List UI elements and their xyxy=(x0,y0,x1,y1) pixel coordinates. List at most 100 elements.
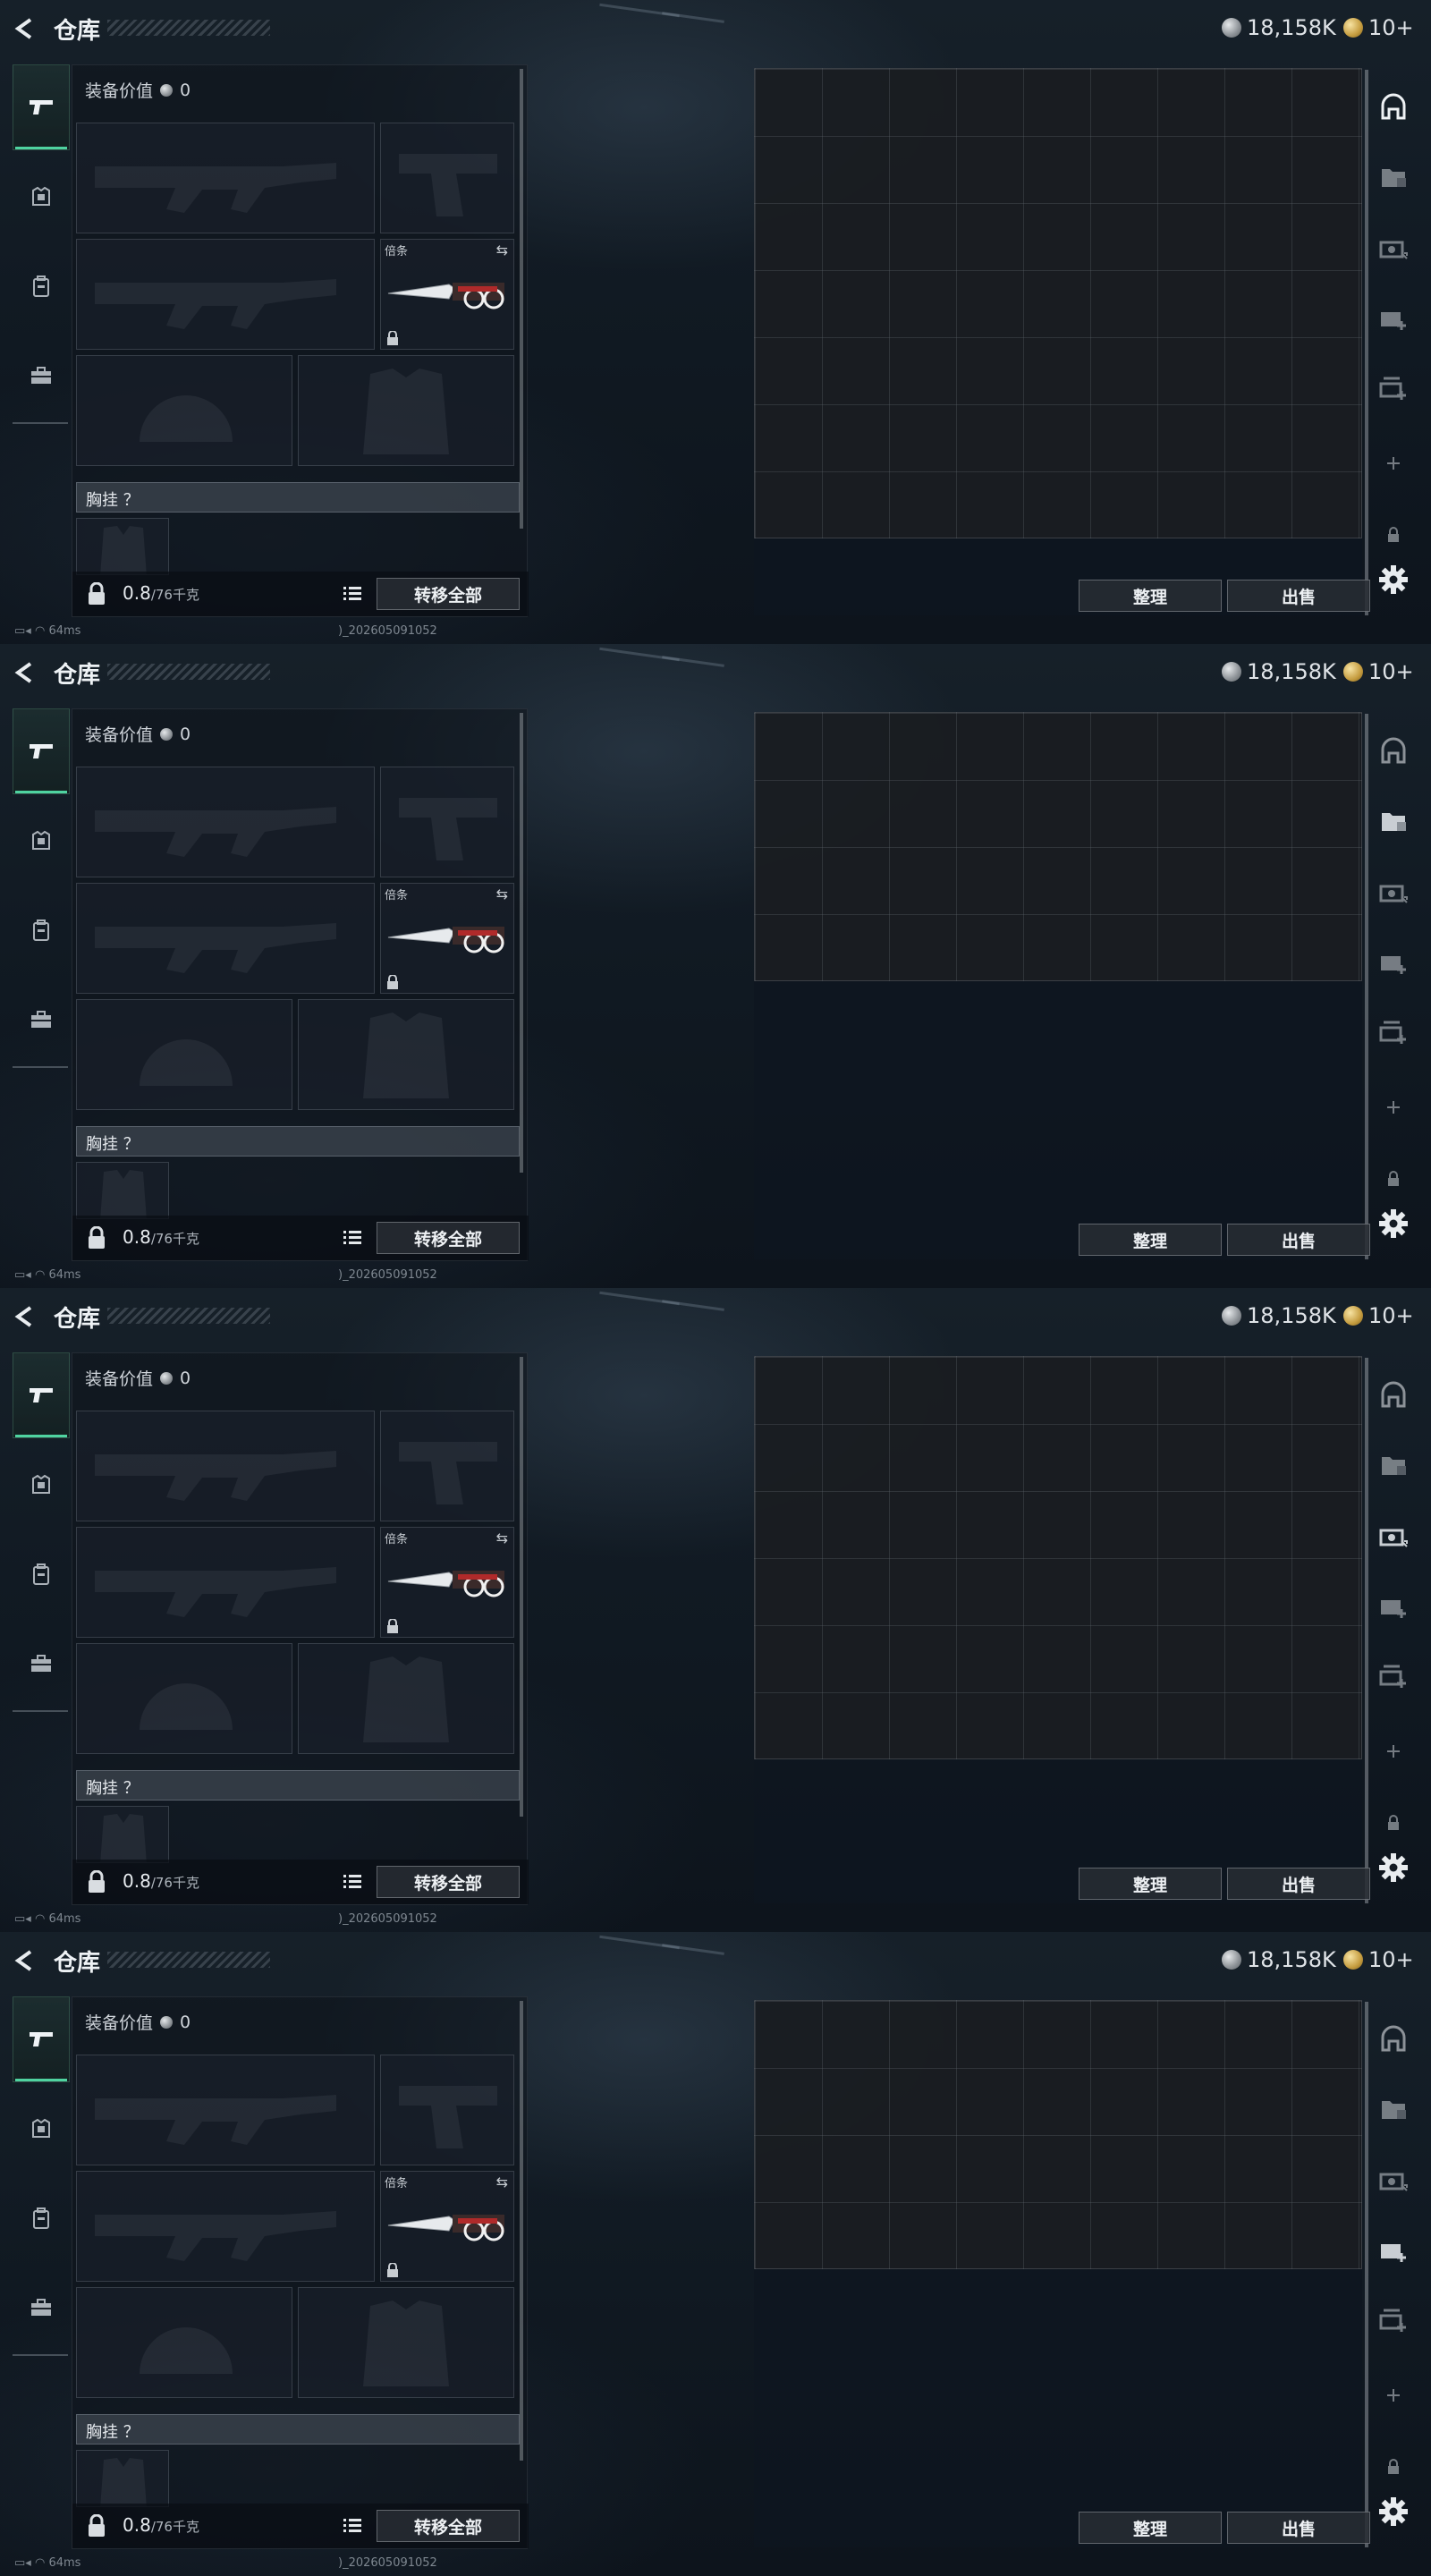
helmet-slot[interactable] xyxy=(76,999,292,1110)
tab-weapons[interactable] xyxy=(13,64,70,150)
chest-rig-slot[interactable] xyxy=(76,1806,169,1863)
chest-rig-header[interactable]: 胸挂 ？ xyxy=(76,1126,520,1157)
chest-rig-header[interactable]: 胸挂 ？ xyxy=(76,482,520,513)
sell-button[interactable]: 出售 xyxy=(1227,1868,1370,1900)
sidearm-slot[interactable] xyxy=(380,2055,514,2165)
list-icon[interactable] xyxy=(341,1870,364,1894)
silver-currency[interactable]: 18,158K xyxy=(1222,1302,1336,1329)
equipment-scrollbar[interactable] xyxy=(520,2001,523,2461)
storage-grid[interactable] xyxy=(754,68,1362,538)
swap-icon[interactable]: ⇆ xyxy=(496,2174,508,2190)
add-storage-icon[interactable] xyxy=(1377,2379,1410,2411)
rail-cash-icon[interactable] xyxy=(1377,1521,1410,1553)
chest-rig-slot[interactable] xyxy=(76,518,169,575)
tab-case[interactable] xyxy=(13,333,70,419)
sell-button[interactable]: 出售 xyxy=(1227,580,1370,612)
silver-currency[interactable]: 18,158K xyxy=(1222,14,1336,41)
equipment-scrollbar[interactable] xyxy=(520,713,523,1173)
transfer-all-button[interactable]: 转移全部 xyxy=(377,1866,520,1898)
gear-icon[interactable] xyxy=(1377,564,1410,596)
gear-icon[interactable] xyxy=(1377,1852,1410,1884)
melee-slot[interactable]: 倍条 ⇆ xyxy=(380,2171,514,2282)
body-armor-slot[interactable] xyxy=(298,355,514,466)
rail-case-icon[interactable] xyxy=(1377,946,1410,979)
rail-case-icon[interactable] xyxy=(1377,302,1410,335)
tab-weapons[interactable] xyxy=(13,1996,70,2082)
transfer-all-button[interactable]: 转移全部 xyxy=(377,2510,520,2542)
tab-case[interactable] xyxy=(13,2265,70,2351)
swap-icon[interactable]: ⇆ xyxy=(496,242,508,258)
sort-button[interactable]: 整理 xyxy=(1079,1224,1222,1256)
rail-folder-icon[interactable] xyxy=(1377,1449,1410,1481)
sell-button[interactable]: 出售 xyxy=(1227,1224,1370,1256)
swap-icon[interactable]: ⇆ xyxy=(496,1530,508,1546)
equipment-scrollbar[interactable] xyxy=(520,1357,523,1817)
tab-armor[interactable] xyxy=(13,154,70,240)
primary-weapon-slot[interactable] xyxy=(76,123,375,233)
primary-weapon-slot[interactable] xyxy=(76,767,375,877)
back-arrow-icon[interactable] xyxy=(13,1948,38,1973)
list-icon[interactable] xyxy=(341,582,364,606)
equipment-scrollbar[interactable] xyxy=(520,69,523,529)
storage-grid[interactable] xyxy=(754,1356,1362,1759)
rail-case-icon[interactable] xyxy=(1377,1590,1410,1623)
tab-case[interactable] xyxy=(13,1621,70,1707)
tab-backpack[interactable] xyxy=(13,1531,70,1617)
tab-armor[interactable] xyxy=(13,798,70,884)
storage-scrollbar[interactable] xyxy=(1365,1358,1368,1903)
rail-crate-icon[interactable] xyxy=(1377,1660,1410,1692)
rail-case-icon[interactable] xyxy=(1377,2234,1410,2267)
gold-currency[interactable]: 10+ xyxy=(1343,658,1414,685)
rail-home-icon[interactable] xyxy=(1377,735,1410,767)
rail-folder-icon[interactable] xyxy=(1377,161,1410,193)
secondary-weapon-slot[interactable] xyxy=(76,1527,375,1638)
body-armor-slot[interactable] xyxy=(298,2287,514,2398)
primary-weapon-slot[interactable] xyxy=(76,2055,375,2165)
rail-home-icon[interactable] xyxy=(1377,1379,1410,1411)
helmet-slot[interactable] xyxy=(76,355,292,466)
sell-button[interactable]: 出售 xyxy=(1227,2512,1370,2544)
helmet-slot[interactable] xyxy=(76,2287,292,2398)
storage-grid[interactable] xyxy=(754,2000,1362,2269)
rail-cash-icon[interactable] xyxy=(1377,877,1410,909)
tab-weapons[interactable] xyxy=(13,1352,70,1438)
rail-crate-icon[interactable] xyxy=(1377,1016,1410,1048)
rail-crate-icon[interactable] xyxy=(1377,2304,1410,2336)
gold-currency[interactable]: 10+ xyxy=(1343,14,1414,41)
sidearm-slot[interactable] xyxy=(380,123,514,233)
list-icon[interactable] xyxy=(341,1226,364,1250)
melee-slot[interactable]: 倍条 ⇆ xyxy=(380,1527,514,1638)
rail-cash-icon[interactable] xyxy=(1377,2165,1410,2197)
add-storage-icon[interactable] xyxy=(1377,447,1410,479)
storage-scrollbar[interactable] xyxy=(1365,2002,1368,2547)
gear-icon[interactable] xyxy=(1377,2496,1410,2528)
chest-rig-header[interactable]: 胸挂 ？ xyxy=(76,1770,520,1801)
helmet-slot[interactable] xyxy=(76,1643,292,1754)
rail-home-icon[interactable] xyxy=(1377,2023,1410,2055)
rail-crate-icon[interactable] xyxy=(1377,372,1410,404)
tab-backpack[interactable] xyxy=(13,887,70,973)
back-arrow-icon[interactable] xyxy=(13,16,38,41)
tab-backpack[interactable] xyxy=(13,243,70,329)
sort-button[interactable]: 整理 xyxy=(1079,2512,1222,2544)
tab-case[interactable] xyxy=(13,977,70,1063)
body-armor-slot[interactable] xyxy=(298,1643,514,1754)
back-arrow-icon[interactable] xyxy=(13,1304,38,1329)
sidearm-slot[interactable] xyxy=(380,1411,514,1521)
rail-folder-icon[interactable] xyxy=(1377,2093,1410,2125)
rail-cash-icon[interactable] xyxy=(1377,233,1410,265)
silver-currency[interactable]: 18,158K xyxy=(1222,1946,1336,1973)
secondary-weapon-slot[interactable] xyxy=(76,2171,375,2282)
silver-currency[interactable]: 18,158K xyxy=(1222,658,1336,685)
tab-armor[interactable] xyxy=(13,2086,70,2172)
gold-currency[interactable]: 10+ xyxy=(1343,1946,1414,1973)
swap-icon[interactable]: ⇆ xyxy=(496,886,508,902)
sort-button[interactable]: 整理 xyxy=(1079,1868,1222,1900)
gear-icon[interactable] xyxy=(1377,1208,1410,1240)
gold-currency[interactable]: 10+ xyxy=(1343,1302,1414,1329)
chest-rig-slot[interactable] xyxy=(76,2450,169,2507)
add-storage-icon[interactable] xyxy=(1377,1091,1410,1123)
sidearm-slot[interactable] xyxy=(380,767,514,877)
melee-slot[interactable]: 倍条 ⇆ xyxy=(380,239,514,350)
storage-grid[interactable] xyxy=(754,712,1362,981)
